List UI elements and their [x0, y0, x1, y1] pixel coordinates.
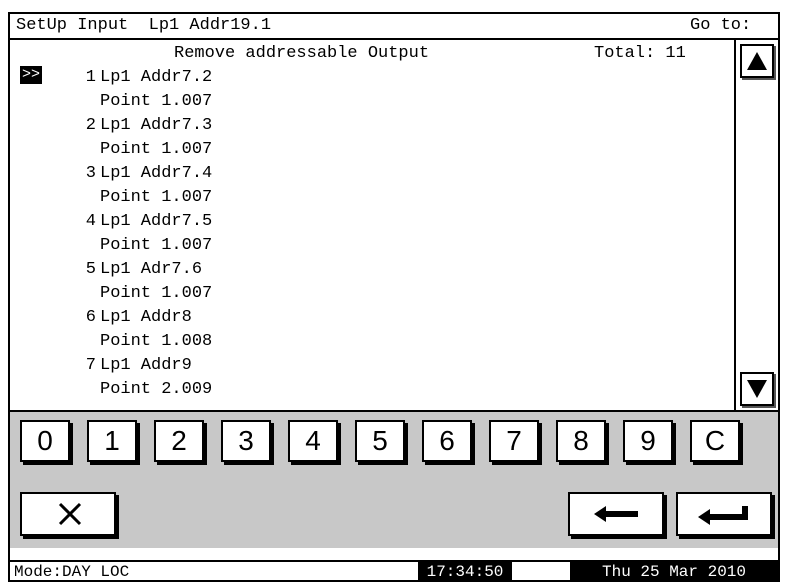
- item-address: Lp1 Addr7.4: [100, 164, 213, 183]
- item-address: Lp1 Addr7.5: [100, 212, 213, 231]
- goto-button[interactable]: Go to:: [690, 14, 751, 38]
- item-point: Point 2.009: [100, 380, 213, 399]
- key-9[interactable]: 9: [623, 420, 673, 462]
- key-2[interactable]: 2: [154, 420, 204, 462]
- key-0[interactable]: 0: [20, 420, 70, 462]
- item-point: Point 1.007: [100, 188, 213, 207]
- key-5[interactable]: 5: [355, 420, 405, 462]
- item-number: 3: [85, 164, 96, 183]
- screen-title: SetUp Input Lp1 Addr19.1: [16, 16, 272, 35]
- mode-indicator: Mode:DAY LOC: [14, 563, 130, 581]
- list-heading: Remove addressable Output: [174, 44, 430, 63]
- triangle-up-icon: [747, 52, 767, 70]
- item-number: 5: [85, 260, 96, 279]
- item-address: Lp1 Addr7.2: [100, 68, 213, 87]
- list-item[interactable]: 6 Lp1 Addr8 Point 1.008: [10, 306, 710, 354]
- key-8[interactable]: 8: [556, 420, 606, 462]
- item-point: Point 1.007: [100, 236, 213, 255]
- triangle-down-icon: [747, 380, 767, 398]
- item-number: 1: [85, 68, 96, 87]
- list-item[interactable]: >> 1 Lp1 Addr7.2 Point 1.007: [10, 66, 710, 114]
- item-number: 7: [85, 356, 96, 375]
- scrollbar[interactable]: [734, 40, 778, 410]
- header-bar: SetUp Input Lp1 Addr19.1 Go to:: [10, 14, 778, 40]
- cancel-button[interactable]: [20, 492, 116, 536]
- scroll-down-button[interactable]: [740, 372, 774, 406]
- list-item[interactable]: 7 Lp1 Addr9 Point 2.009: [10, 354, 710, 402]
- list-item[interactable]: 3 Lp1 Addr7.4 Point 1.007: [10, 162, 710, 210]
- clock-time: 17:34:50: [418, 562, 512, 582]
- key-clear[interactable]: C: [690, 420, 740, 462]
- list-item[interactable]: 4 Lp1 Addr7.5 Point 1.007: [10, 210, 710, 258]
- keypad: 0 1 2 3 4 5 6 7 8 9 C: [10, 410, 778, 548]
- key-7[interactable]: 7: [489, 420, 539, 462]
- list-item[interactable]: 2 Lp1 Addr7.3 Point 1.007: [10, 114, 710, 162]
- item-point: Point 1.007: [100, 284, 213, 303]
- key-6[interactable]: 6: [422, 420, 472, 462]
- item-point: Point 1.007: [100, 140, 213, 159]
- arrow-left-icon: [594, 506, 638, 522]
- item-number: 6: [85, 308, 96, 327]
- list-item[interactable]: 5 Lp1 Adr7.6 Point 1.007: [10, 258, 710, 306]
- x-icon: [58, 502, 82, 526]
- enter-button[interactable]: [676, 492, 772, 536]
- item-address: Lp1 Addr7.3: [100, 116, 213, 135]
- item-point: Point 1.007: [100, 92, 213, 111]
- selection-marker: >>: [20, 66, 42, 84]
- backspace-button[interactable]: [568, 492, 664, 536]
- enter-arrow-icon: [698, 506, 748, 525]
- key-4[interactable]: 4: [288, 420, 338, 462]
- key-1[interactable]: 1: [87, 420, 137, 462]
- key-3[interactable]: 3: [221, 420, 271, 462]
- item-address: Lp1 Addr8: [100, 308, 192, 327]
- total-count: Total: 11: [594, 44, 686, 63]
- status-bar: Mode:DAY LOC 17:34:50 Thu 25 Mar 2010: [10, 560, 778, 582]
- output-list: Remove addressable Output Total: 11 >> 1…: [10, 40, 734, 410]
- clock-date: Thu 25 Mar 2010: [570, 562, 778, 582]
- item-address: Lp1 Addr9: [100, 356, 192, 375]
- item-address: Lp1 Adr7.6: [100, 260, 203, 279]
- item-number: 4: [85, 212, 96, 231]
- panel-frame: SetUp Input Lp1 Addr19.1 Go to: Remove a…: [8, 12, 780, 582]
- item-point: Point 1.008: [100, 332, 213, 351]
- item-number: 2: [85, 116, 96, 135]
- scroll-up-button[interactable]: [740, 44, 774, 78]
